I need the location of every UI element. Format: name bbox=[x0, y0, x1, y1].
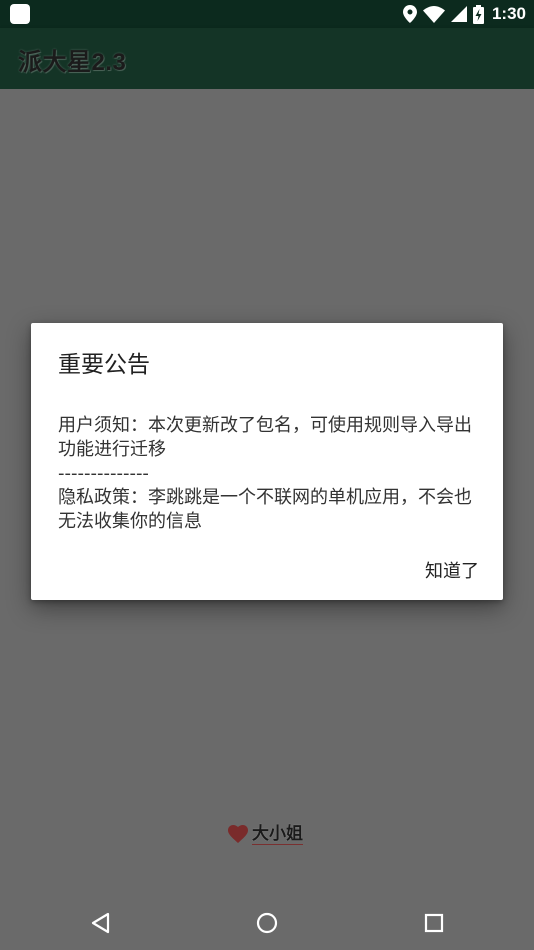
divider-text: -------------- bbox=[58, 463, 149, 484]
dialog-message: 用户须知：本次更新改了包名，可使用规则导入导出功能进行迁移 ----------… bbox=[58, 414, 483, 534]
battery-charging-icon bbox=[472, 4, 484, 24]
back-button[interactable] bbox=[86, 909, 114, 937]
announcement-dialog: 重要公告 用户须知：本次更新改了包名，可使用规则导入导出功能进行迁移 -----… bbox=[31, 323, 503, 600]
heart-icon bbox=[228, 825, 248, 843]
status-time: 1:30 bbox=[491, 4, 526, 23]
confirm-button[interactable]: 知道了 bbox=[423, 555, 481, 585]
notice-text: 用户须知：本次更新改了包名，可使用规则导入导出功能进行迁移 bbox=[58, 415, 472, 460]
brand-link[interactable]: 大小姐 bbox=[228, 822, 303, 846]
wifi-icon bbox=[422, 5, 445, 23]
home-icon bbox=[256, 912, 278, 934]
brand-label[interactable]: 大小姐 bbox=[252, 824, 303, 845]
status-bar: 1:30 bbox=[0, 0, 534, 28]
recents-button[interactable] bbox=[420, 909, 448, 937]
status-icons: 1:30 bbox=[402, 0, 526, 28]
app-notification-icon bbox=[10, 4, 30, 24]
home-button[interactable] bbox=[253, 909, 281, 937]
signal-icon bbox=[450, 6, 467, 22]
privacy-text: 隐私政策：李跳跳是一个不联网的单机应用，不会也无法收集你的信息 bbox=[58, 487, 472, 532]
app-title: 派大星2.3 bbox=[18, 49, 127, 76]
recents-icon bbox=[424, 913, 444, 933]
location-icon bbox=[402, 5, 417, 23]
dialog-title: 重要公告 bbox=[58, 352, 150, 378]
navigation-bar bbox=[0, 896, 534, 950]
app-bar: 派大星2.3 bbox=[0, 28, 534, 89]
back-icon bbox=[91, 912, 110, 934]
